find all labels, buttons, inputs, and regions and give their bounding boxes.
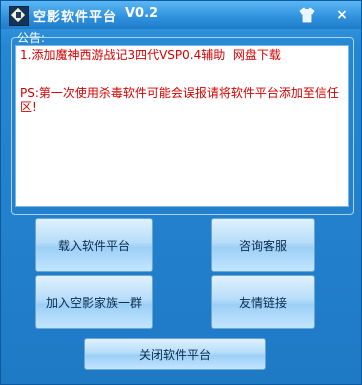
shirt-icon[interactable] xyxy=(299,7,315,23)
close-platform-button[interactable]: 关闭软件平台 xyxy=(84,338,266,370)
notice-line-1: 1.添加魔神西游战记3四代VSP0.4辅助 网盘下载 xyxy=(20,48,281,62)
app-window: 空影软件平台 V0.2 × 公告: 1.添加魔神西游战记3四代VSP0.4辅助 … xyxy=(0,0,362,385)
friend-links-button[interactable]: 友情链接 xyxy=(211,275,315,329)
window-title: 空影软件平台 xyxy=(33,10,118,25)
window-version: V0.2 xyxy=(125,6,159,21)
app-logo-icon xyxy=(9,6,29,26)
load-platform-button[interactable]: 载入软件平台 xyxy=(35,218,153,272)
notice-textarea[interactable]: 1.添加魔神西游战记3四代VSP0.4辅助 网盘下载 PS:第一次使用杀毒软件可… xyxy=(15,45,349,207)
notice-line-2: PS:第一次使用杀毒软件可能会误报请将软件平台添加至信任区! xyxy=(20,86,339,114)
title-bar[interactable]: 空影软件平台 V0.2 × xyxy=(1,1,361,29)
notice-label: 公告: xyxy=(17,31,46,45)
customer-service-button[interactable]: 咨询客服 xyxy=(211,218,315,272)
close-icon[interactable]: × xyxy=(333,6,351,24)
join-family-group-button[interactable]: 加入空影家族一群 xyxy=(35,275,153,329)
